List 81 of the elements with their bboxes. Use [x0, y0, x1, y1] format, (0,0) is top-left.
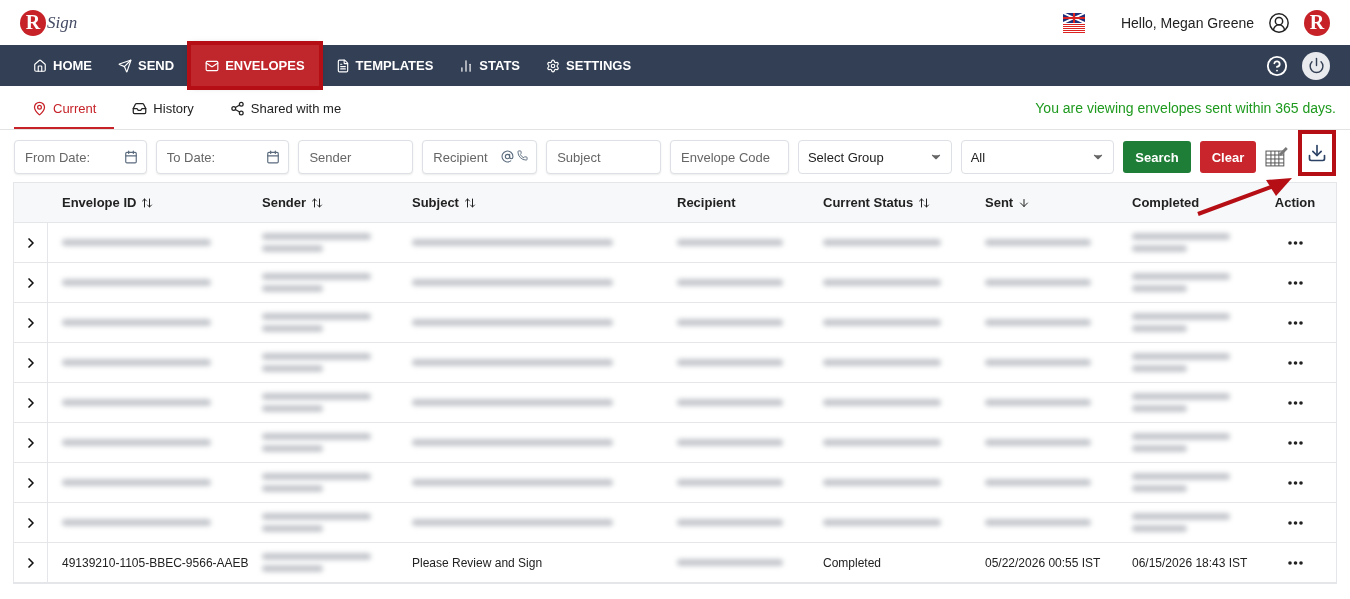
user-icon[interactable] — [1268, 11, 1290, 34]
more-icon — [1287, 280, 1303, 285]
document-icon — [335, 58, 350, 73]
filter-field[interactable]: Subject — [546, 140, 662, 174]
calendar-icon — [266, 150, 281, 164]
at-sign-icon — [501, 150, 515, 163]
share-icon — [229, 100, 245, 116]
more-button[interactable] — [1287, 480, 1303, 485]
logo-text: Sign — [47, 12, 78, 33]
nav-tab[interactable]: SETTINGS — [533, 45, 645, 86]
table-cell: Completed — [823, 555, 882, 570]
nav-tab[interactable]: TEMPLATES — [322, 45, 447, 86]
more-button[interactable] — [1287, 560, 1303, 565]
nav-tab[interactable]: HOME — [20, 45, 105, 86]
table-cell: 06/15/2026 18:43 IST — [1132, 555, 1248, 570]
more-button[interactable] — [1287, 440, 1303, 445]
help-button[interactable] — [1266, 54, 1288, 77]
logo-mark: R — [20, 9, 46, 36]
nav-tab[interactable]: STATS — [446, 45, 534, 86]
flag-icon[interactable] — [1062, 12, 1085, 33]
more-button[interactable] — [1287, 320, 1303, 325]
filter-button[interactable]: Clear — [1199, 141, 1257, 173]
power-icon — [1307, 57, 1325, 74]
filter-field[interactable]: Recipient — [422, 140, 538, 174]
spreadsheet-icon[interactable] — [1265, 146, 1289, 168]
power-button[interactable] — [1302, 51, 1330, 80]
table-cell: 05/22/2026 00:55 IST — [985, 555, 1101, 570]
filter-field[interactable]: Envelope Code — [670, 140, 789, 174]
greeting: Hello, Megan Greene — [1120, 14, 1254, 31]
send-icon — [118, 58, 132, 73]
column-header[interactable]: Sender — [248, 195, 398, 210]
pin-icon — [32, 100, 47, 116]
column-header[interactable]: Sent — [971, 195, 1118, 210]
mail-icon — [205, 58, 220, 73]
filter-field[interactable]: From Date: — [14, 140, 147, 174]
more-button[interactable] — [1287, 520, 1303, 525]
column-header: Action — [1273, 195, 1317, 210]
more-button[interactable] — [1287, 280, 1303, 285]
home-icon — [33, 58, 47, 73]
more-icon — [1287, 560, 1303, 565]
filter-field[interactable]: Sender — [298, 140, 414, 174]
more-icon — [1287, 480, 1303, 485]
table-cell: Please Review and Sign — [412, 555, 543, 570]
sub-tab[interactable]: Shared with me — [211, 89, 360, 129]
more-icon — [1287, 400, 1303, 405]
filter-field[interactable]: To Date: — [155, 140, 290, 174]
more-icon — [1287, 360, 1303, 365]
sort-down-icon — [1018, 196, 1031, 209]
more-button[interactable] — [1287, 360, 1303, 365]
sub-tab[interactable]: Current — [14, 89, 115, 129]
more-button[interactable] — [1287, 240, 1303, 245]
sort-icon — [311, 196, 324, 209]
column-header[interactable]: Current Status — [809, 195, 971, 210]
more-icon — [1287, 520, 1303, 525]
select-field[interactable]: All — [960, 140, 1115, 174]
select-field[interactable]: Select Group — [797, 140, 952, 174]
settings-icon — [546, 58, 561, 73]
more-icon — [1287, 240, 1303, 245]
sort-icon — [141, 196, 154, 209]
filter-button[interactable]: Search — [1123, 141, 1191, 173]
more-button[interactable] — [1287, 400, 1303, 405]
column-header[interactable]: Envelope ID — [48, 195, 248, 210]
phone-icon — [517, 150, 529, 161]
more-icon — [1287, 440, 1303, 445]
sub-tab[interactable]: History — [114, 89, 212, 129]
avatar[interactable]: R — [1304, 9, 1330, 36]
sort-icon — [918, 196, 931, 209]
help-icon — [1266, 54, 1288, 77]
column-header: Recipient — [676, 195, 737, 210]
column-header[interactable]: Subject — [398, 195, 663, 210]
inbox-icon — [132, 100, 148, 116]
notice-text: You are viewing envelopes sent within 365 days. — [1035, 100, 1336, 116]
sort-icon — [463, 196, 476, 209]
more-icon — [1287, 320, 1303, 325]
download-icon — [1307, 143, 1327, 163]
nav-tab[interactable]: SEND — [105, 45, 188, 86]
bar-chart-icon — [459, 58, 474, 73]
download-button[interactable] — [1298, 130, 1336, 176]
calendar-icon — [123, 150, 138, 164]
table-cell: 49139210-1105-BBEC-9566-AAEB — [62, 555, 249, 570]
column-header: Completed — [1131, 195, 1201, 210]
